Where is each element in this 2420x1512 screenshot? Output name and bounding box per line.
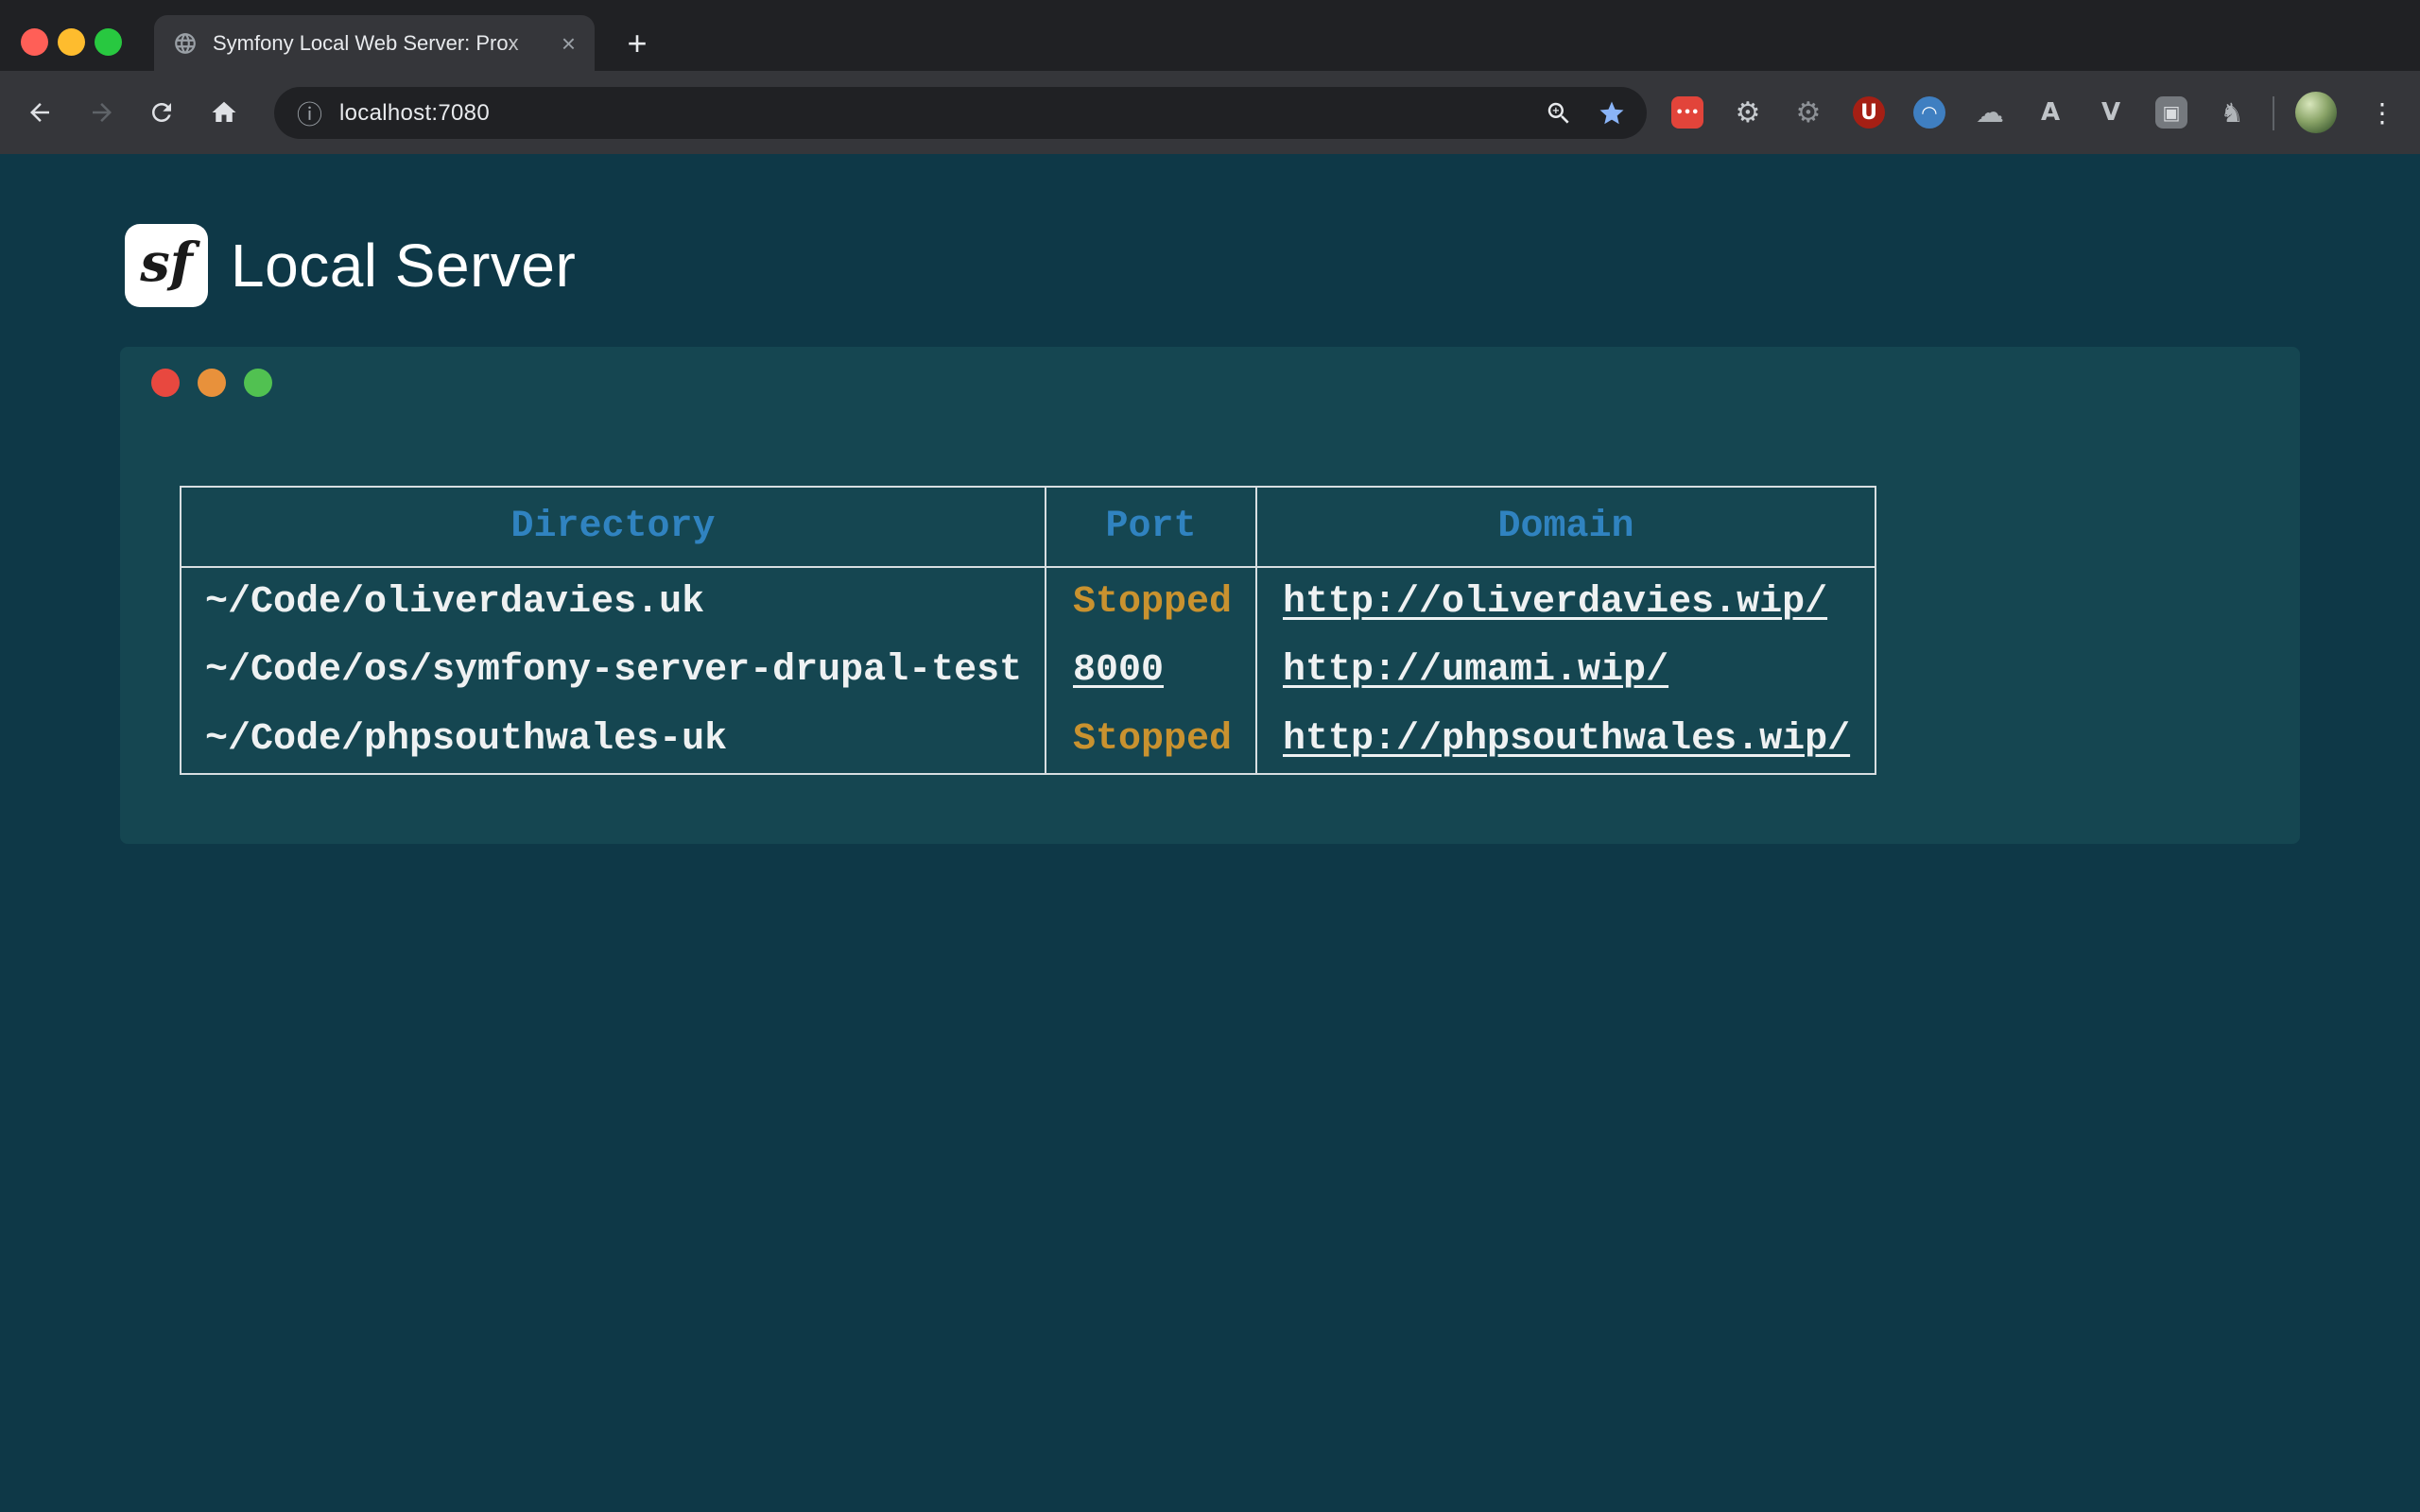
globe-favicon-icon	[173, 31, 198, 56]
extension-ublock-icon[interactable]: U	[1853, 96, 1885, 129]
port-link[interactable]: 8000	[1073, 649, 1164, 692]
back-icon	[26, 98, 54, 127]
servers-table: Directory Port Domain ~/Code/oliverdavie…	[180, 486, 1876, 775]
forward-icon	[88, 98, 116, 127]
table-row: ~/Code/phpsouthwales-uk Stopped http://p…	[181, 705, 1876, 774]
directory-cell: ~/Code/oliverdavies.uk	[181, 567, 1046, 636]
extension-blue-circle-icon[interactable]: ◠	[1913, 96, 1945, 129]
extensions: ••• ⚙ ⚙ U ◠ ☁ AV ▣ ♞	[1671, 96, 2248, 129]
domain-link[interactable]: http://phpsouthwales.wip/	[1283, 718, 1850, 761]
extension-gear-icon[interactable]: ⚙	[1732, 96, 1764, 129]
extension-letter-v-icon[interactable]: V	[2095, 96, 2127, 129]
domain-link[interactable]: http://oliverdavies.wip/	[1283, 581, 1827, 624]
toolbar-separator	[2273, 96, 2274, 130]
panel-window-dots	[151, 369, 272, 397]
back-button[interactable]	[17, 90, 62, 135]
profile-avatar[interactable]	[2295, 92, 2337, 133]
bookmark-button[interactable]	[1598, 99, 1626, 128]
reload-icon	[147, 98, 176, 127]
tab-title: Symfony Local Web Server: Prox	[213, 31, 552, 56]
zoom-icon	[1545, 99, 1573, 128]
page-viewport: sf Local Server Directory Port Domain ~/…	[0, 154, 2420, 1512]
column-header-domain: Domain	[1256, 487, 1876, 567]
table-row: ~/Code/oliverdavies.uk Stopped http://ol…	[181, 567, 1876, 636]
extension-cog-icon[interactable]: ⚙	[1792, 96, 1824, 129]
page-info-icon[interactable]: ⓘ	[297, 94, 322, 131]
port-status: Stopped	[1073, 581, 1232, 624]
home-button[interactable]	[201, 90, 247, 135]
address-bar[interactable]: ⓘ localhost:7080	[274, 87, 1647, 139]
symfony-logo: sf	[125, 224, 208, 307]
extension-red-dots-icon[interactable]: •••	[1671, 96, 1703, 129]
directory-cell: ~/Code/os/symfony-server-drupal-test	[181, 636, 1046, 705]
extension-box-icon[interactable]: ▣	[2155, 96, 2187, 129]
window-zoom-button[interactable]	[95, 28, 122, 56]
forward-button[interactable]	[79, 90, 125, 135]
domain-link[interactable]: http://umami.wip/	[1283, 649, 1668, 692]
extension-cloud-icon[interactable]: ☁	[1974, 96, 2006, 129]
browser-tab[interactable]: Symfony Local Web Server: Prox ×	[154, 15, 595, 71]
url-text[interactable]: localhost:7080	[339, 100, 490, 127]
browser-toolbar: ⓘ localhost:7080 ••• ⚙ ⚙ U ◠ ☁ AV ▣ ♞ ⋮	[0, 71, 2420, 154]
panel-orange-dot	[198, 369, 226, 397]
column-header-port: Port	[1046, 487, 1256, 567]
extension-letter-a-icon[interactable]: A	[2034, 96, 2066, 129]
chrome-menu-button[interactable]: ⋮	[2360, 90, 2405, 135]
bookmark-star-icon	[1598, 99, 1626, 128]
column-header-directory: Directory	[181, 487, 1046, 567]
new-tab-button[interactable]: +	[616, 23, 658, 64]
tab-strip: Symfony Local Web Server: Prox × +	[0, 0, 2420, 71]
reload-button[interactable]	[139, 90, 184, 135]
port-status: Stopped	[1073, 718, 1232, 761]
server-panel: Directory Port Domain ~/Code/oliverdavie…	[120, 347, 2300, 844]
extension-cat-icon[interactable]: ♞	[2216, 96, 2248, 129]
home-icon	[210, 98, 238, 127]
window-controls	[21, 28, 122, 56]
panel-green-dot	[244, 369, 272, 397]
panel-red-dot	[151, 369, 180, 397]
directory-cell: ~/Code/phpsouthwales-uk	[181, 705, 1046, 774]
table-row: ~/Code/os/symfony-server-drupal-test 800…	[181, 636, 1876, 705]
symfony-logo-text: sf	[140, 232, 193, 300]
table-header-row: Directory Port Domain	[181, 487, 1876, 567]
window-close-button[interactable]	[21, 28, 48, 56]
page-title: Local Server	[231, 224, 576, 307]
tab-close-icon[interactable]: ×	[562, 31, 576, 56]
window-minimize-button[interactable]	[58, 28, 85, 56]
zoom-button[interactable]	[1545, 99, 1573, 128]
